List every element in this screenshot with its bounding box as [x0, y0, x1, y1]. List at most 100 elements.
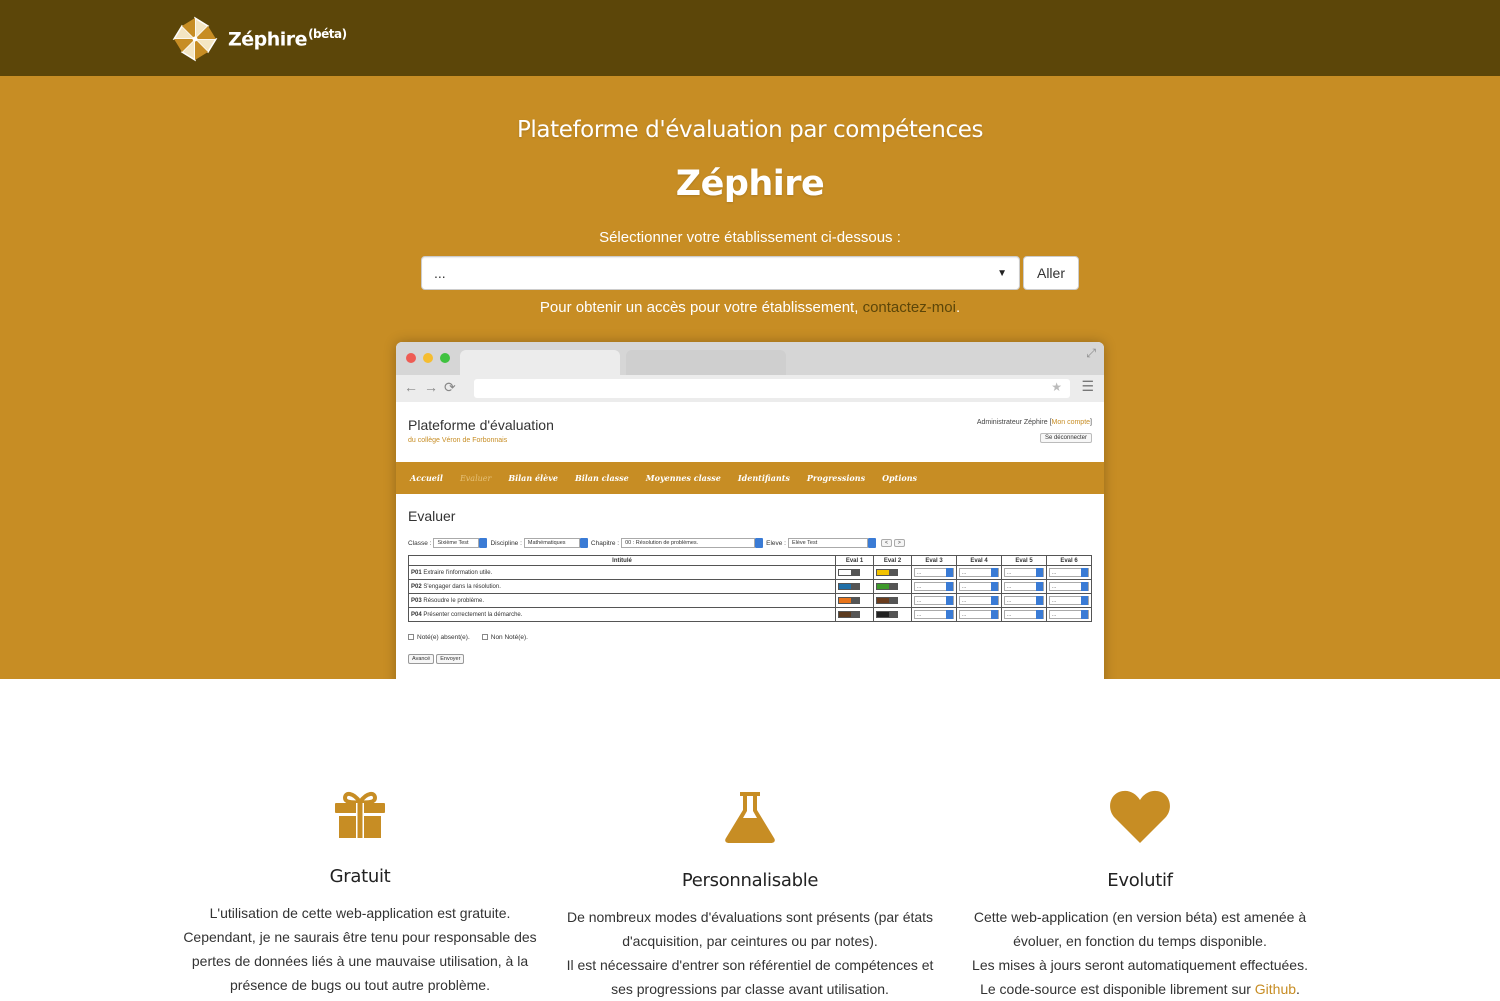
- mockup-eval-swatch: [835, 565, 874, 580]
- mockup-logout-button: Se déconnecter: [1039, 433, 1092, 443]
- navbar: Zéphire(béta): [0, 0, 1500, 76]
- feature-title: Personnalisable: [681, 870, 819, 891]
- mockup-table-row: P04 Présenter correctement la démarche..…: [408, 607, 1092, 622]
- mockup-menu-item: Progressions: [806, 473, 866, 483]
- mockup-eval-select: ...: [1001, 579, 1047, 594]
- caret-down-icon: ▼: [997, 267, 1007, 279]
- mockup-eval-select: ...: [1001, 607, 1047, 622]
- mockup-app-subtitle: du collège Véron de Forbonnais: [408, 437, 508, 444]
- mockup-eval-swatch: [835, 593, 874, 608]
- brand-name: Zéphire(béta): [228, 27, 347, 51]
- mockup-eval-select: ...: [956, 579, 1002, 594]
- table-header: Eval 5: [1001, 555, 1047, 566]
- mockup-header: Plateforme d'évaluation du collège Véron…: [396, 402, 1104, 462]
- feature-free: Gratuit L'utilisation de cette web-appli…: [165, 790, 555, 997]
- mockup-absent-check: Noté(e) absent(e).: [408, 634, 470, 641]
- browser-toolbar: ←→⟳ ★ ☰: [396, 375, 1104, 402]
- mockup-eval-table: Intitulé Eval 1 Eval 2 Eval 3 Eval 4 Eva…: [408, 555, 1092, 622]
- feature-text: L'utilisation de cette web-application e…: [183, 905, 537, 993]
- browser-nav-icons: ←→⟳: [404, 379, 462, 395]
- mockup-class-select: Sixième Test: [433, 538, 480, 548]
- table-header: Eval 6: [1046, 555, 1092, 566]
- close-dot-icon: [406, 353, 416, 363]
- expand-icon: ⤢: [1086, 346, 1096, 360]
- browser-chrome: ⤢ ←→⟳ ★ ☰: [396, 342, 1104, 402]
- mockup-eval-swatch: [873, 593, 912, 608]
- mockup-table-row: P02 S'engager dans la résolution........…: [408, 579, 1092, 594]
- color-swatch: [876, 596, 890, 604]
- mockup-chapter-select: 00 : Résolution de problèmes.: [621, 538, 756, 548]
- mockup-body: Evaluer Classe : Sixième Test Discipline…: [396, 494, 1104, 679]
- mockup-checkboxes: Noté(e) absent(e). Non Noté(e).: [408, 634, 528, 641]
- hamburger-menu-icon: ☰: [1081, 378, 1094, 394]
- github-link[interactable]: Github: [1255, 981, 1296, 997]
- mockup-eval-select: ...: [1001, 593, 1047, 608]
- feature-evolutive: Evolutif Cette web-application (en versi…: [945, 790, 1335, 1001]
- mockup-eval-select: ...: [1046, 579, 1092, 594]
- establishment-select-value: ...: [434, 265, 446, 281]
- hero-section: Plateforme d'évaluation par compétences …: [0, 76, 1500, 679]
- mockup-eval-select: ...: [956, 565, 1002, 580]
- mockup-buttons: Avancé Envoyer: [408, 654, 465, 664]
- color-swatch: [876, 568, 890, 576]
- maximize-dot-icon: [440, 353, 450, 363]
- go-button[interactable]: Aller: [1023, 256, 1079, 290]
- mockup-menu-item: Identifiants: [737, 473, 790, 483]
- hero-title: Zéphire: [675, 164, 825, 204]
- mockup-prev-button: <: [880, 539, 892, 547]
- mockup-student-select: Elève Test: [787, 538, 868, 548]
- star-icon: ★: [1051, 380, 1062, 394]
- mockup-eval-select: ...: [1001, 565, 1047, 580]
- mockup-menu-item: Bilan classe: [574, 473, 629, 483]
- contact-link[interactable]: contactez-moi: [863, 299, 956, 316]
- mockup-advanced-button: Avancé: [408, 654, 435, 664]
- url-bar: ★: [474, 379, 1070, 398]
- mockup-send-button: Envoyer: [436, 654, 465, 664]
- feature-title: Evolutif: [1107, 870, 1173, 891]
- mockup-eval-swatch: [873, 607, 912, 622]
- mockup-eval-select: ...: [911, 607, 957, 622]
- mockup-page-title: Evaluer: [408, 508, 456, 524]
- mockup-eval-swatch: [873, 565, 912, 580]
- mockup-admin-text: Administrateur Zéphire [Mon compte]: [976, 419, 1092, 426]
- mockup-eval-select: ...: [911, 579, 957, 594]
- minimize-dot-icon: [423, 353, 433, 363]
- mockup-table-row: P03 Résoudre le problème.............: [408, 593, 1092, 608]
- browser-tab: [460, 350, 620, 376]
- table-header: Eval 2: [873, 555, 912, 566]
- mockup-eval-swatch: [873, 579, 912, 594]
- table-header: Eval 4: [956, 555, 1002, 566]
- mockup-row-label: P02 S'engager dans la résolution.: [408, 579, 836, 594]
- mockup-menu-item: Options: [882, 473, 918, 483]
- flask-icon: [725, 792, 775, 843]
- mockup-menu-item: Accueil: [410, 473, 443, 483]
- mockup-row-label: P04 Présenter correctement la démarche.: [408, 607, 836, 622]
- hero-subtitle: Plateforme d'évaluation par compétences: [516, 117, 984, 143]
- mockup-filters: Classe : Sixième Test Discipline : Mathé…: [408, 538, 905, 548]
- table-header: Eval 1: [835, 555, 874, 566]
- pinwheel-logo-icon: [172, 16, 218, 62]
- mockup-eval-select: ...: [1046, 565, 1092, 580]
- mockup-row-label: P03 Résoudre le problème.: [408, 593, 836, 608]
- gift-icon: [335, 791, 385, 838]
- color-swatch: [838, 596, 852, 604]
- access-text: Pour obtenir un accès pour votre établis…: [539, 299, 961, 316]
- color-swatch: [876, 582, 890, 590]
- mockup-app-title: Plateforme d'évaluation: [408, 417, 554, 433]
- color-swatch: [876, 610, 890, 618]
- mockup-not-noted-check: Non Noté(e).: [481, 634, 528, 641]
- mockup-eval-select: ...: [1046, 593, 1092, 608]
- color-swatch: [838, 582, 852, 590]
- brand-link[interactable]: Zéphire(béta): [170, 14, 347, 64]
- mockup-table-row: P01 Extraire l'information utile........…: [408, 565, 1092, 580]
- mockup-next-button: >: [893, 539, 905, 547]
- mockup-discipline-select: Mathématiques: [523, 538, 580, 548]
- establishment-select-label: Sélectionner votre établissement ci-dess…: [599, 229, 901, 246]
- mockup-eval-select: ...: [956, 593, 1002, 608]
- browser-tab: [626, 350, 786, 376]
- color-swatch: [838, 610, 852, 618]
- establishment-select[interactable]: ... ▼: [421, 256, 1020, 290]
- mockup-menu-item: Evaluer: [459, 473, 492, 483]
- mockup-menubar: Accueil Evaluer Bilan élève Bilan classe…: [396, 462, 1104, 494]
- table-header: Intitulé: [408, 555, 836, 566]
